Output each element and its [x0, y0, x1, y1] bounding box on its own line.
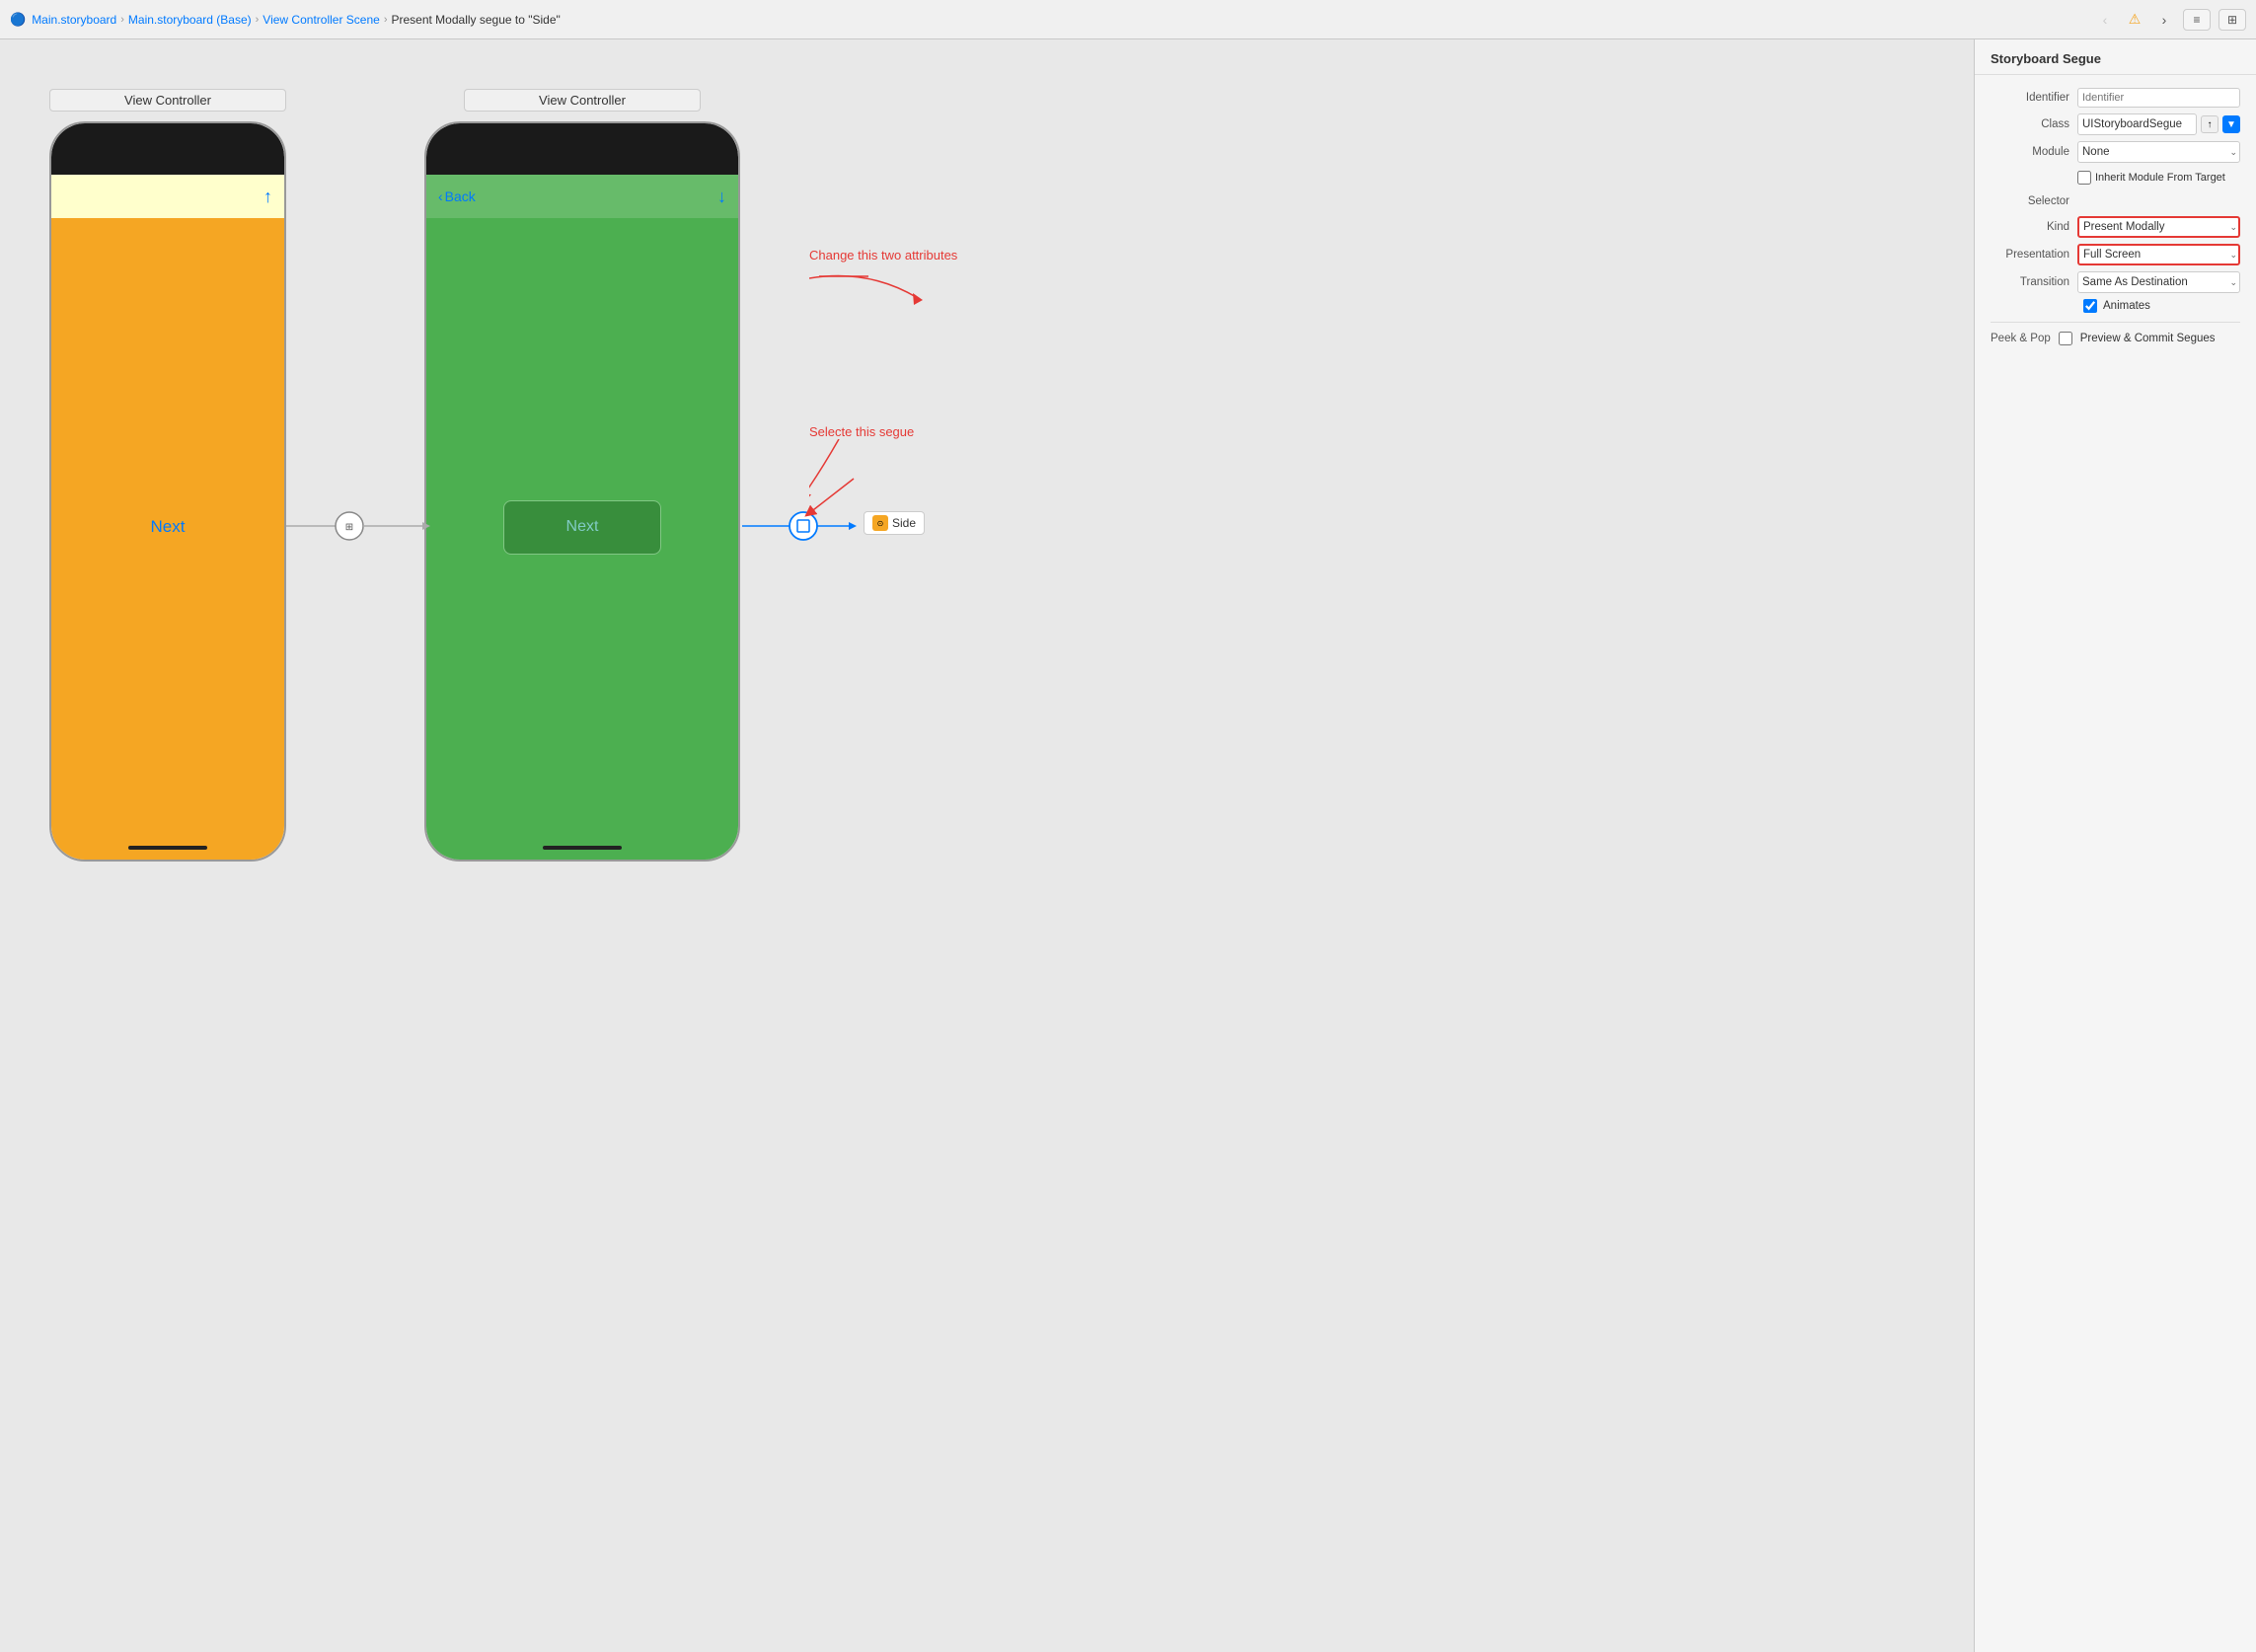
annotation-select-segue: Selecte this segue [809, 424, 914, 508]
breadcrumb-item-1[interactable]: Main.storyboard [32, 13, 116, 27]
phone1-header: ↑ [51, 175, 284, 218]
phone2-bottom [426, 836, 738, 860]
breadcrumb-item-4[interactable]: Present Modally segue to "Side" [391, 13, 560, 27]
identifier-label: Identifier [1991, 92, 2069, 104]
side-icon: ⊙ [872, 515, 888, 531]
annotation1-arrow [809, 268, 928, 318]
phone1-label: View Controller [49, 89, 286, 112]
inherit-row: Inherit Module From Target [1975, 166, 2256, 189]
kind-label: Kind [1991, 221, 2069, 233]
kind-select[interactable]: Present Modally Show Show Detail Present… [2077, 216, 2240, 238]
class-select[interactable]: UIStoryboardSegue [2077, 113, 2197, 135]
nav-back-button[interactable]: ‹ [2094, 9, 2116, 31]
main-area: View Controller ↑ Next [0, 39, 2256, 1652]
kind-row: Kind Present Modally Show Show Detail Pr… [1975, 213, 2256, 241]
transition-select[interactable]: Same As Destination Cover Vertical Flip … [2077, 271, 2240, 293]
inherit-checkbox[interactable] [2077, 171, 2091, 185]
next-button[interactable]: Next [503, 500, 661, 555]
module-row: Module None ⌄ [1975, 138, 2256, 166]
kind-select-wrapper: Present Modally Show Show Detail Present… [2077, 216, 2240, 238]
panel-title: Storyboard Segue [1975, 39, 2256, 75]
download-icon[interactable]: ↓ [717, 187, 726, 207]
nav-forward-button[interactable]: › [2153, 9, 2175, 31]
panel-divider [1991, 322, 2240, 323]
transition-select-wrapper: Same As Destination Cover Vertical Flip … [2077, 271, 2240, 293]
side-destination: ⊙ Side [864, 511, 925, 535]
breadcrumb-item-3[interactable]: View Controller Scene [263, 13, 380, 27]
home-indicator-1 [128, 846, 207, 850]
phone1-notch-area [51, 123, 284, 175]
phone1-bottom [51, 836, 284, 860]
right-panel: Storyboard Segue Identifier Class UIStor… [1974, 39, 2256, 1652]
animates-row: Animates [1975, 296, 2256, 316]
module-select-wrapper: None ⌄ [2077, 141, 2240, 163]
identifier-input[interactable] [2077, 88, 2240, 108]
module-select[interactable]: None [2077, 141, 2240, 163]
next-button-label: Next [566, 518, 599, 536]
peek-checkbox[interactable] [2059, 332, 2072, 345]
animates-checkbox[interactable] [2083, 299, 2097, 313]
app-icon: 🔵 [10, 12, 26, 28]
presentation-label: Presentation [1991, 249, 2069, 261]
phone2-label: View Controller [464, 89, 701, 112]
phone2-notch-area [426, 123, 738, 175]
phone1-wrapper: View Controller ↑ Next [49, 89, 286, 862]
toolbar: 🔵 Main.storyboard › Main.storyboard (Bas… [0, 0, 2256, 39]
back-chevron-icon: ‹ [438, 188, 443, 204]
class-select-wrapper: UIStoryboardSegue ↑ ▼ [2077, 113, 2240, 135]
canvas-svg: ⊞ [0, 39, 1974, 1652]
presentation-select[interactable]: Full Screen Current Context Form Sheet P… [2077, 244, 2240, 265]
home-indicator-2 [543, 846, 622, 850]
phone1-frame: ↑ Next [49, 121, 286, 862]
breadcrumb-item-2[interactable]: Main.storyboard (Base) [128, 13, 252, 27]
toolbar-icons: ‹ ⚠ › ≡ ⊞ [2094, 9, 2246, 31]
transition-label: Transition [1991, 276, 2069, 288]
selector-row: Selector [1975, 189, 2256, 213]
canvas-area: View Controller ↑ Next [0, 39, 1974, 1652]
phone1-next-label[interactable]: Next [151, 517, 186, 537]
class-label: Class [1991, 118, 2069, 130]
presentation-select-wrapper: Full Screen Current Context Form Sheet P… [2077, 244, 2240, 265]
nav-warning-button[interactable]: ⚠ [2124, 9, 2145, 31]
phone2-frame: ‹ Back ↓ Next [424, 121, 740, 862]
module-label: Module [1991, 146, 2069, 158]
preview-commit-label: Preview & Commit Segues [2080, 333, 2216, 344]
annotation-change-attributes: Change this two attributes [809, 247, 957, 318]
share-icon[interactable]: ↑ [263, 187, 272, 207]
phone2-navbar: ‹ Back ↓ [426, 175, 738, 218]
phone1-notch [123, 155, 212, 175]
grid-view-button[interactable]: ⊞ [2218, 9, 2246, 31]
peek-label: Peek & Pop [1991, 333, 2051, 344]
animates-label: Animates [2103, 300, 2150, 312]
class-row: Class UIStoryboardSegue ↑ ▼ [1975, 111, 2256, 138]
breadcrumb: Main.storyboard › Main.storyboard (Base)… [32, 13, 561, 27]
phone2-notch [538, 155, 627, 175]
identifier-row: Identifier [1975, 85, 2256, 111]
peek-row: Peek & Pop Preview & Commit Segues [1975, 329, 2256, 348]
svg-text:⊞: ⊞ [345, 522, 353, 533]
class-add-button[interactable]: ▼ [2222, 115, 2240, 133]
side-label: Side [892, 516, 916, 530]
class-edit-button[interactable]: ↑ [2201, 115, 2218, 133]
inherit-label: Inherit Module From Target [2095, 172, 2240, 184]
selector-label: Selector [1991, 195, 2069, 207]
list-view-button[interactable]: ≡ [2183, 9, 2211, 31]
phone1-body: Next [51, 218, 284, 836]
transition-row: Transition Same As Destination Cover Ver… [1975, 268, 2256, 296]
phone2-body: Next [426, 218, 738, 836]
panel-content: Identifier Class UIStoryboardSegue ↑ ▼ M… [1975, 75, 2256, 1652]
back-label[interactable]: Back [445, 188, 476, 204]
phone2-wrapper: View Controller ‹ Back ↓ Next [424, 89, 740, 862]
annotation2-arrow [809, 439, 868, 508]
presentation-row: Presentation Full Screen Current Context… [1975, 241, 2256, 268]
